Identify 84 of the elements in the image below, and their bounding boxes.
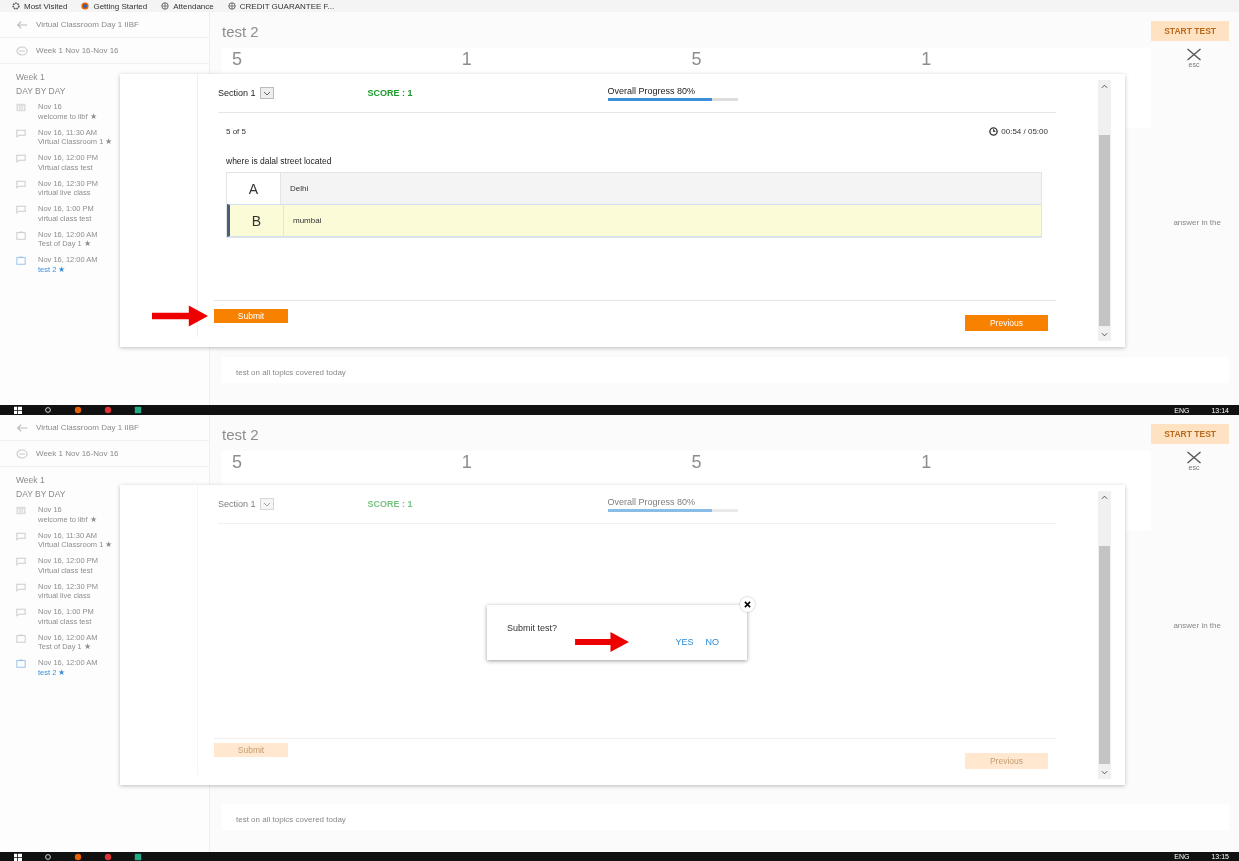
browser-icon[interactable]	[74, 406, 82, 414]
question-text: where is dalal street located	[226, 156, 333, 166]
stat-value: 1	[921, 453, 932, 471]
scroll-up-icon[interactable]	[1101, 495, 1108, 500]
stat-value: 1	[921, 50, 932, 68]
globe-icon	[227, 2, 236, 10]
globe-icon	[161, 2, 170, 10]
pointer-arrow-icon	[152, 305, 208, 327]
section-dropdown[interactable]	[259, 87, 274, 99]
scroll-down-icon[interactable]	[1101, 770, 1108, 775]
submit-button[interactable]: Submit	[214, 743, 288, 757]
progress-label: Overall Progress 80%	[607, 85, 697, 96]
timer: 00:54 / 05:00	[989, 127, 1048, 136]
course-title: Virtual Classroom Day 1 IIBF	[36, 423, 139, 432]
stat-value: 5	[691, 453, 702, 471]
clipboard-icon	[16, 230, 26, 240]
chat-icon	[16, 205, 26, 214]
close-icon[interactable]	[740, 597, 755, 612]
answer-option[interactable]: B mumbai	[227, 204, 1041, 237]
bookmark-link[interactable]: Getting Started	[81, 1, 148, 11]
dialog-prompt: Submit test?	[507, 623, 558, 633]
page-title: test 2	[222, 22, 259, 40]
score-label: SCORE : 1	[367, 88, 413, 98]
scroll-up-icon[interactable]	[1101, 84, 1108, 89]
scroll-down-icon[interactable]	[1101, 332, 1108, 337]
chat-icon	[16, 557, 26, 566]
chevron-down-icon	[262, 90, 271, 96]
calendar-icon	[16, 506, 26, 515]
close-icon[interactable]	[1186, 451, 1202, 464]
chat-icon	[16, 531, 26, 541]
previous-button[interactable]: Previous	[965, 753, 1048, 769]
search-icon[interactable]	[44, 852, 52, 861]
chat-icon	[16, 128, 26, 138]
score-label: SCORE : 1	[367, 499, 413, 509]
spreadsheet-icon[interactable]	[134, 406, 142, 414]
instruction-text: answer in the	[1173, 218, 1221, 229]
section-heading: DAY BY DAY	[16, 86, 67, 96]
scrollbar[interactable]	[1098, 80, 1111, 341]
description-text: test on all topics covered today	[236, 368, 346, 377]
week-range: Week 1 Nov 16-Nov 16	[36, 449, 119, 458]
search-icon[interactable]	[44, 406, 52, 414]
course-title: Virtual Classroom Day 1 IIBF	[36, 20, 139, 29]
stat-value: 5	[232, 50, 242, 68]
instruction-text: answer in the	[1173, 621, 1221, 632]
browser-icon[interactable]	[74, 852, 82, 861]
yes-link[interactable]: YES	[675, 637, 694, 647]
chat-icon	[16, 608, 26, 617]
chevron-down-icon	[262, 501, 271, 507]
stat-value: 5	[232, 453, 242, 471]
submit-button[interactable]: Submit	[214, 309, 288, 323]
clipboard-icon	[16, 659, 26, 668]
close-icon[interactable]	[1186, 48, 1202, 61]
week-label: Week 1	[16, 475, 46, 485]
browser-icon	[81, 2, 90, 10]
bookmark-link[interactable]: CREDIT GUARANTEE F...	[227, 1, 335, 11]
clipboard-icon	[16, 256, 26, 265]
question-counter: 5 of 5	[226, 127, 246, 136]
previous-button[interactable]: Previous	[965, 315, 1048, 331]
gear-icon	[12, 2, 20, 10]
section-label: Section 1	[218, 88, 256, 98]
section-label: Section 1	[218, 499, 256, 509]
windows-icon[interactable]	[14, 852, 22, 861]
chat-icon	[16, 154, 26, 163]
start-test-button[interactable]: START TEST	[1151, 21, 1229, 41]
chat-icon	[16, 179, 26, 189]
description-text: test on all topics covered today	[236, 815, 346, 824]
progress-label: Overall Progress 80%	[607, 496, 697, 507]
scrollbar[interactable]	[1098, 491, 1111, 779]
windows-icon[interactable]	[14, 406, 22, 414]
stat-value: 5	[691, 50, 702, 68]
bookmark-link[interactable]: Attendance	[161, 1, 214, 11]
spreadsheet-icon[interactable]	[134, 852, 142, 861]
calendar-icon	[16, 103, 26, 112]
bookmark-link[interactable]: Most Visited	[12, 1, 68, 11]
stat-value: 1	[461, 50, 472, 68]
chat-icon	[16, 582, 26, 592]
stat-value: 1	[461, 453, 472, 471]
page-title: test 2	[222, 425, 259, 443]
start-test-button[interactable]: START TEST	[1151, 424, 1229, 444]
no-link[interactable]: NO	[705, 637, 719, 647]
section-heading: DAY BY DAY	[16, 489, 67, 499]
week-label: Week 1	[16, 72, 46, 82]
week-range: Week 1 Nov 16-Nov 16	[36, 46, 119, 55]
clipboard-icon	[16, 633, 26, 643]
